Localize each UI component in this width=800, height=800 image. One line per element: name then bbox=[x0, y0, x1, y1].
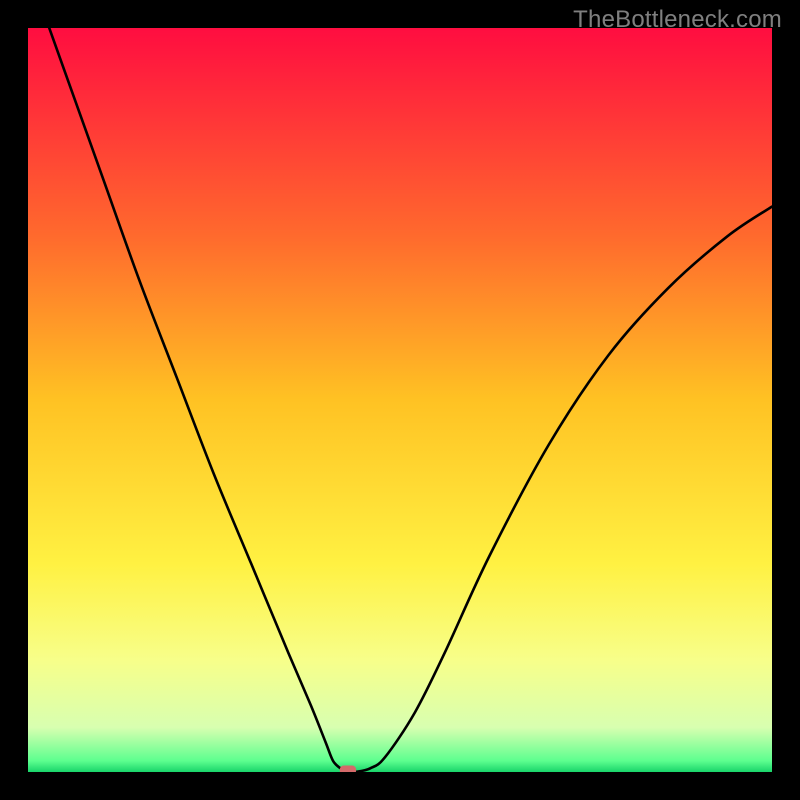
plot-area bbox=[28, 28, 772, 772]
gradient-background bbox=[28, 28, 772, 772]
chart-frame: TheBottleneck.com bbox=[0, 0, 800, 800]
optimal-marker bbox=[340, 766, 356, 772]
bottleneck-chart bbox=[28, 28, 772, 772]
